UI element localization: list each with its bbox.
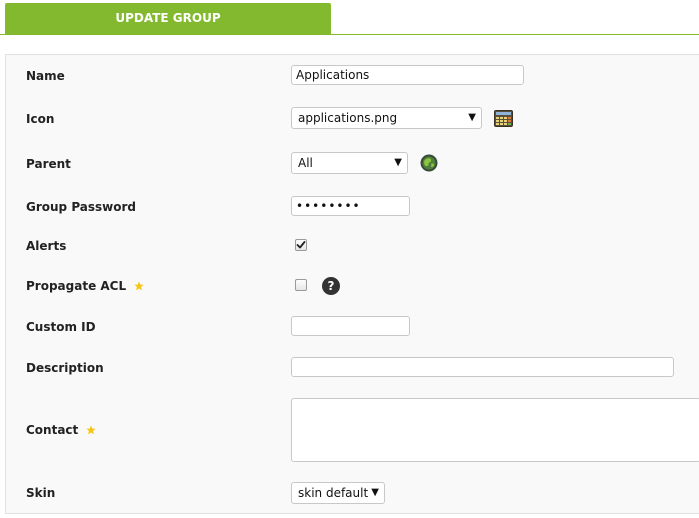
tab-update-group[interactable]: UPDATE GROUP [5, 3, 331, 34]
contact-label-text: Contact [26, 423, 79, 437]
parent-select[interactable]: All ▼ [291, 152, 408, 174]
globe-icon[interactable] [420, 154, 438, 172]
contact-textarea[interactable] [291, 398, 699, 462]
parent-select-value: All [298, 156, 313, 170]
group-password-input[interactable]: •••••••• [291, 196, 410, 216]
icon-gallery-icon[interactable] [494, 110, 513, 127]
skin-select[interactable]: skin default ▼ [291, 482, 385, 504]
icon-select[interactable]: applications.png ▼ [291, 107, 482, 129]
description-label: Description [26, 361, 104, 375]
help-icon[interactable]: ? [322, 277, 340, 295]
propagate-acl-checkbox[interactable] [295, 279, 307, 291]
checkmark-icon [296, 241, 306, 249]
propagate-acl-label-text: Propagate ACL [26, 279, 127, 293]
star-icon [134, 281, 144, 291]
contact-label: Contact [26, 423, 96, 437]
description-input[interactable] [291, 357, 674, 377]
alerts-label: Alerts [26, 239, 67, 253]
icon-select-value: applications.png [298, 111, 398, 125]
chevron-down-icon: ▼ [371, 487, 379, 498]
custom-id-input[interactable] [291, 316, 410, 336]
tab-bar: UPDATE GROUP [0, 0, 699, 35]
propagate-acl-label: Propagate ACL [26, 279, 144, 293]
chevron-down-icon: ▼ [468, 112, 476, 123]
name-label: Name [26, 69, 65, 83]
alerts-checkbox[interactable] [295, 239, 307, 251]
skin-select-value: skin default [298, 486, 369, 500]
group-password-label: Group Password [26, 200, 137, 214]
skin-label: Skin [26, 486, 56, 500]
custom-id-label: Custom ID [26, 320, 96, 334]
star-icon [86, 425, 96, 435]
icon-label: Icon [26, 112, 55, 126]
parent-label: Parent [26, 157, 71, 171]
chevron-down-icon: ▼ [394, 157, 402, 168]
name-input[interactable]: Applications [291, 65, 524, 85]
